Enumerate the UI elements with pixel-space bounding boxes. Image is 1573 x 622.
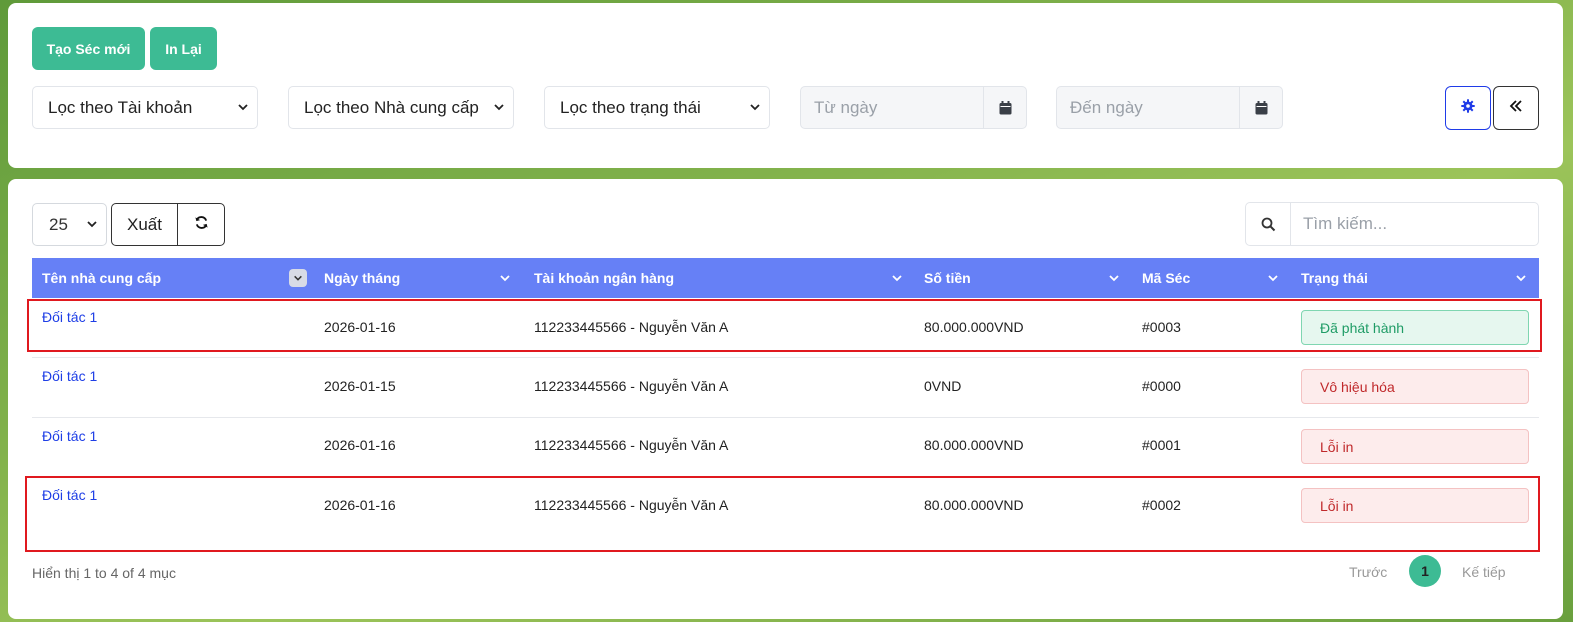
status-badge: Vô hiệu hóa	[1301, 369, 1529, 404]
column-header-amount[interactable]: Số tiền	[924, 258, 971, 298]
column-header-code[interactable]: Mã Séc	[1142, 258, 1190, 298]
sort-toggle[interactable]	[289, 269, 307, 287]
page-number-button[interactable]: 1	[1409, 555, 1441, 587]
column-header-supplier[interactable]: Tên nhà cung cấp	[42, 258, 161, 298]
status-badge: Lỗi in	[1301, 429, 1529, 464]
column-header-date[interactable]: Ngày tháng	[324, 258, 400, 298]
column-header-status[interactable]: Trạng thái	[1301, 258, 1368, 298]
next-page-button[interactable]: Kế tiếp	[1462, 557, 1506, 587]
from-date-placeholder: Từ ngày	[814, 97, 878, 117]
account-cell: 112233445566 - Nguyễn Văn A	[534, 437, 729, 453]
from-date-field[interactable]: Từ ngày	[800, 86, 1027, 129]
calendar-icon[interactable]	[983, 87, 1026, 128]
table-row: Đối tác 1 2026-01-15 112233445566 - Nguy…	[32, 359, 1539, 418]
collapse-button[interactable]	[1493, 86, 1539, 130]
column-header-account[interactable]: Tài khoản ngân hàng	[534, 258, 674, 298]
chevron-down-icon	[1108, 272, 1120, 284]
filter-card: Tạo Séc mới In Lại Lọc theo Tài khoản Lọ…	[8, 3, 1563, 168]
chevron-down-icon	[493, 101, 505, 113]
to-date-field[interactable]: Đến ngày	[1056, 86, 1283, 129]
supplier-link[interactable]: Đối tác 1	[42, 368, 97, 384]
gear-icon	[1461, 98, 1475, 118]
account-cell: 112233445566 - Nguyễn Văn A	[534, 378, 729, 394]
amount-cell: 0VND	[924, 378, 962, 394]
page-size-select[interactable]: 25	[32, 203, 107, 246]
calendar-icon[interactable]	[1239, 87, 1282, 128]
chevron-down-icon	[86, 218, 98, 230]
date-cell: 2026-01-15	[324, 378, 396, 394]
page-size-value: 25	[49, 214, 68, 234]
status-filter-label: Lọc theo trạng thái	[560, 97, 701, 117]
to-date-placeholder: Đến ngày	[1070, 97, 1143, 117]
create-check-button[interactable]: Tạo Séc mới	[32, 27, 145, 70]
code-cell: #0001	[1142, 437, 1181, 453]
date-cell: 2026-01-16	[324, 437, 396, 453]
chevron-down-icon	[237, 101, 249, 113]
account-filter-select[interactable]: Lọc theo Tài khoản	[32, 86, 258, 129]
search-icon	[1246, 203, 1291, 245]
table-card: 25 Xuất Tìm kiếm... Tên nhà cung cấp Ngà…	[8, 179, 1563, 619]
highlight-box	[25, 476, 1540, 552]
account-filter-label: Lọc theo Tài khoản	[48, 97, 193, 117]
chevron-down-icon	[499, 272, 511, 284]
highlight-box	[27, 299, 1542, 352]
chevron-down-icon	[891, 272, 903, 284]
status-filter-select[interactable]: Lọc theo trạng thái	[544, 86, 770, 129]
double-chevron-left-icon	[1509, 99, 1523, 117]
export-button[interactable]: Xuất	[112, 204, 178, 245]
reprint-button[interactable]: In Lại	[150, 27, 217, 70]
refresh-button[interactable]	[178, 204, 224, 245]
table-row: Đối tác 1 2026-01-16 112233445566 - Nguy…	[32, 418, 1539, 477]
supplier-filter-select[interactable]: Lọc theo Nhà cung cấp	[288, 86, 514, 129]
prev-page-button[interactable]: Trước	[1349, 557, 1387, 587]
table-action-group: Xuất	[111, 203, 225, 246]
chevron-down-icon	[1515, 272, 1527, 284]
search-box[interactable]: Tìm kiếm...	[1245, 202, 1539, 246]
code-cell: #0000	[1142, 378, 1181, 394]
table-header: Tên nhà cung cấp Ngày tháng Tài khoản ng…	[32, 258, 1539, 298]
refresh-icon	[194, 215, 209, 235]
amount-cell: 80.000.000VND	[924, 437, 1024, 453]
search-input[interactable]: Tìm kiếm...	[1291, 203, 1538, 245]
settings-button[interactable]	[1445, 86, 1491, 130]
chevron-down-icon	[1267, 272, 1279, 284]
supplier-filter-label: Lọc theo Nhà cung cấp	[304, 97, 479, 117]
chevron-down-icon	[749, 101, 761, 113]
pagination-info: Hiển thị 1 to 4 of 4 mục	[32, 565, 176, 581]
supplier-link[interactable]: Đối tác 1	[42, 428, 97, 444]
